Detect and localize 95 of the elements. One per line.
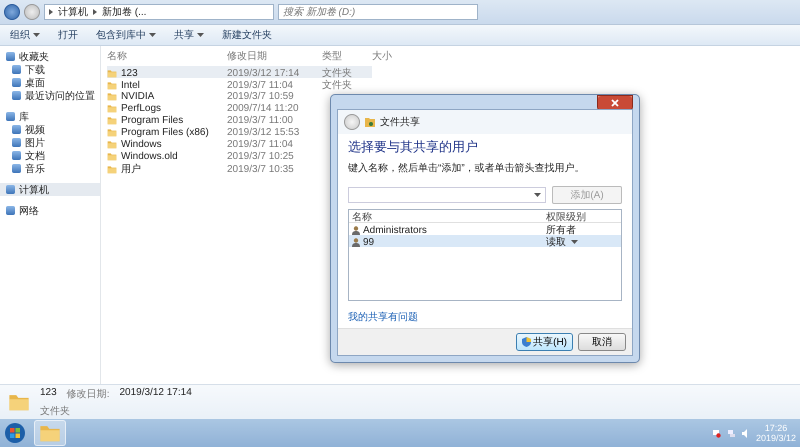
shield-icon: [522, 337, 532, 347]
file-name: PerfLogs: [121, 102, 162, 114]
breadcrumb[interactable]: 新加卷 (...: [102, 5, 146, 19]
help-link[interactable]: 我的共享有问题: [348, 310, 418, 324]
file-row[interactable]: Program Files (x86) 2019/3/12 15:53: [107, 126, 322, 138]
folder-icon: [107, 164, 117, 174]
back-button[interactable]: [344, 114, 360, 130]
file-row[interactable]: Intel 2019/3/7 11:04 文件夹: [107, 78, 372, 90]
item-type: 文件夹: [40, 404, 71, 418]
toolbar-button[interactable]: 组织: [10, 28, 40, 42]
item-name: 123: [40, 386, 57, 400]
search-field[interactable]: 搜索 新加卷 (D:): [278, 4, 478, 20]
folder-icon: [107, 80, 117, 90]
file-row[interactable]: NVIDIA 2019/3/7 10:59: [107, 90, 322, 102]
sidebar-item[interactable]: 计算机: [0, 183, 100, 196]
file-name: Program Files (x86): [121, 126, 209, 138]
modified-label: 修改日期:: [66, 388, 110, 400]
file-name: 用户: [121, 162, 141, 176]
sidebar-item[interactable]: 网络: [0, 204, 100, 217]
dialog-title: 文件共享: [380, 116, 420, 129]
location-icon: [6, 206, 15, 215]
user-row[interactable]: Administrators 所有者: [349, 223, 621, 235]
sidebar-item[interactable]: 库: [0, 110, 100, 123]
user-row[interactable]: 99 读取: [349, 235, 621, 247]
permission-level: 所有者: [546, 224, 576, 236]
file-name: 123: [121, 68, 138, 78]
folder-icon: [107, 104, 117, 112]
user-name: 99: [363, 236, 374, 248]
dialog-heading: 选择要与其共享的用户: [348, 138, 479, 156]
folder-icon: [107, 116, 117, 124]
file-name: NVIDIA: [121, 90, 154, 102]
sidebar-item[interactable]: 图片: [0, 136, 100, 149]
sidebar-item[interactable]: 收藏夹: [0, 50, 100, 63]
file-name: Windows.old: [121, 150, 178, 162]
column-header[interactable]: 名称: [352, 210, 546, 224]
folder-icon: [107, 140, 117, 148]
start-button[interactable]: [4, 422, 26, 444]
file-row[interactable]: 123 2019/3/12 17:14 文件夹: [107, 66, 372, 78]
file-row[interactable]: PerfLogs 2009/7/14 11:20: [107, 102, 322, 114]
toolbar-button[interactable]: 新建文件夹: [222, 28, 272, 42]
file-name: Intel: [121, 80, 140, 90]
file-type: 文件夹: [322, 66, 353, 80]
sidebar-item[interactable]: 视频: [0, 123, 100, 136]
cancel-button[interactable]: 取消: [578, 333, 626, 351]
modified-date: 2019/3/7 11:00: [227, 114, 294, 126]
user-name: Administrators: [363, 224, 427, 236]
instruction-text: 键入名称，然后单击“添加”，或者单击箭头查找用户。: [348, 162, 586, 175]
column-header[interactable]: 类型: [322, 49, 372, 63]
sidebar-item[interactable]: 桌面: [0, 76, 100, 89]
back-button[interactable]: [4, 4, 20, 20]
breadcrumb[interactable]: 计算机: [58, 5, 88, 19]
flag-icon[interactable]: [712, 428, 721, 438]
column-header[interactable]: 名称: [107, 49, 227, 63]
dropdown-icon: [534, 192, 541, 198]
modified-date: 2019/3/7 11:04: [227, 138, 294, 150]
share-folder-icon: [365, 117, 375, 127]
column-header[interactable]: 修改日期: [227, 49, 322, 63]
sidebar-item[interactable]: 文档: [0, 149, 100, 162]
sidebar-item[interactable]: 最近访问的位置: [0, 89, 100, 102]
toolbar-button[interactable]: 共享: [174, 28, 204, 42]
modified-date: 2019/3/7 10:59: [227, 90, 295, 102]
modified-date: 2019/3/12 17:14: [119, 386, 192, 400]
file-row[interactable]: 用户 2019/3/7 10:35: [107, 162, 322, 174]
file-row[interactable]: Windows.old 2019/3/7 10:25: [107, 150, 322, 162]
file-row[interactable]: Windows 2019/3/7 11:04: [107, 138, 322, 150]
folder-icon: [107, 68, 117, 78]
column-header[interactable]: 权限级别: [546, 210, 618, 224]
toolbar-button[interactable]: 包含到库中: [96, 28, 156, 42]
folder-icon: [107, 152, 117, 160]
file-type: 文件夹: [322, 78, 353, 92]
folder-icon: [107, 92, 117, 100]
folder-icon: [107, 128, 117, 136]
file-name: Windows: [121, 138, 162, 150]
user-icon: [352, 226, 360, 234]
modified-date: 2019/3/7 11:04: [227, 80, 294, 90]
speaker-icon[interactable]: [742, 428, 750, 438]
sidebar-item[interactable]: 下载: [0, 63, 100, 76]
sidebar-item[interactable]: 音乐: [0, 162, 100, 175]
modified-date: 2019/3/12 15:53: [227, 126, 300, 138]
share-button[interactable]: 共享(H): [516, 333, 573, 351]
chevron-icon[interactable]: [49, 9, 53, 15]
toolbar-button[interactable]: 打开: [58, 28, 78, 42]
modified-date: 2019/3/7 10:25: [227, 150, 295, 162]
modified-date: 2009/7/14 11:20: [227, 102, 300, 114]
address-field[interactable]: 计算机 新加卷 (...: [44, 4, 274, 20]
file-row[interactable]: Program Files 2019/3/7 11:00: [107, 114, 322, 126]
modified-date: 2019/3/12 17:14: [227, 68, 300, 78]
chevron-icon[interactable]: [93, 9, 97, 15]
permission-level: 读取: [546, 236, 566, 249]
location-icon: [6, 185, 15, 194]
user-icon: [352, 238, 360, 246]
forward-button[interactable]: [24, 4, 40, 20]
column-header[interactable]: 大小: [372, 49, 432, 63]
modified-date: 2019/3/7 10:35: [227, 164, 295, 174]
file-name: Program Files: [121, 114, 184, 126]
